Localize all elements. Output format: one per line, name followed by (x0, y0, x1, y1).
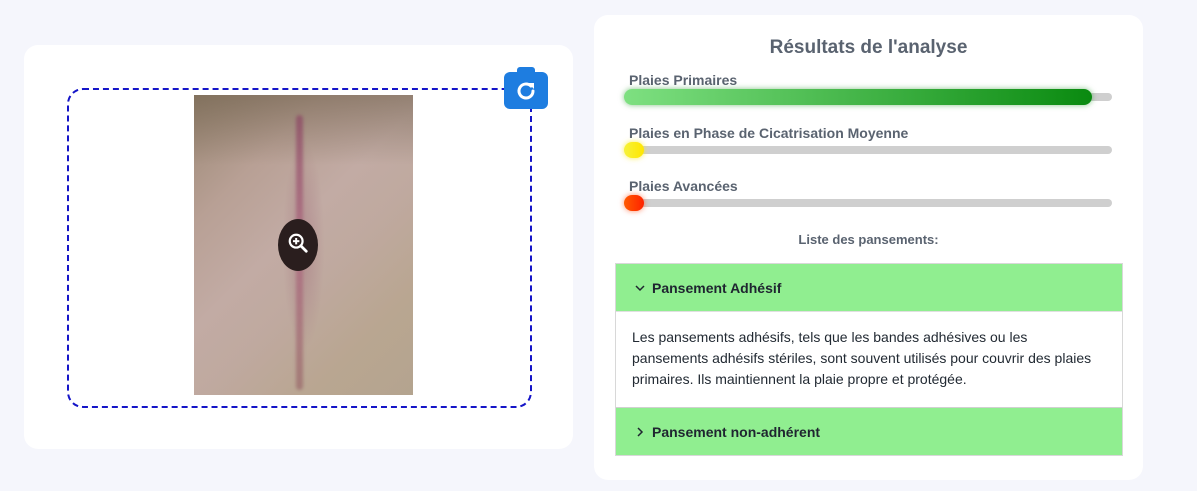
progress-fill-advanced (624, 195, 644, 211)
category-label-primary: Plaies Primaires (629, 72, 738, 88)
zoom-button[interactable] (278, 219, 318, 271)
accordion-header-adhesif[interactable]: Pansement Adhésif (616, 264, 1122, 311)
dressings-accordion: Pansement Adhésif Les pansements adhésif… (615, 263, 1123, 456)
accordion-title: Pansement non-adhérent (652, 423, 821, 440)
progress-fill-primary (624, 89, 1093, 105)
accordion-header-non-adherent[interactable]: Pansement non-adhérent (616, 408, 1122, 455)
chevron-right-icon (634, 426, 650, 438)
category-label-advanced: Plaies Avancées (629, 178, 738, 194)
progress-bar-advanced (624, 195, 1112, 211)
image-upload-card (24, 45, 573, 449)
progress-bar-primary (624, 89, 1112, 105)
dressings-heading: Liste des pansements: (798, 232, 939, 247)
results-title: Résultats de l'analyse (769, 37, 968, 58)
accordion-body-adhesif: Les pansements adhésifs, tels que les ba… (616, 311, 1122, 408)
accordion-title: Pansement Adhésif (652, 279, 782, 296)
camera-rotate-icon (514, 79, 538, 103)
analysis-results-card: Résultats de l'analyse Plaies Primaires … (594, 15, 1143, 480)
progress-fill-medium (624, 142, 644, 158)
category-label-medium: Plaies en Phase de Cicatrisation Moyenne (629, 125, 909, 141)
progress-bar-medium (624, 142, 1112, 158)
retake-photo-button[interactable] (504, 67, 548, 109)
chevron-down-icon (634, 282, 650, 294)
zoom-in-icon (287, 232, 309, 259)
